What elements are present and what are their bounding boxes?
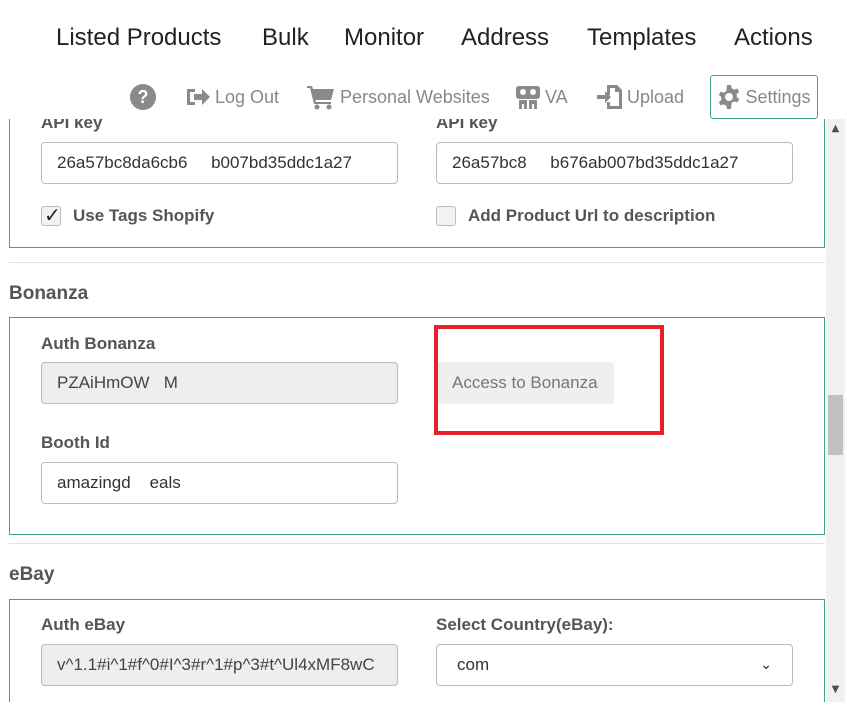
section-divider [9, 262, 825, 263]
api-key-input-left[interactable]: 26a57bc8da6cb6 b007bd35ddc1a27 [41, 142, 398, 184]
svg-text:?: ? [138, 87, 149, 107]
api-key-input-right[interactable]: 26a57bc8 b676ab007bd35ddc1a27 [436, 142, 793, 184]
booth-id-label: Booth Id [41, 433, 110, 452]
add-url-checkbox-box[interactable] [436, 206, 456, 226]
shopping-cart-icon [307, 86, 334, 110]
help-button[interactable]: ? [130, 84, 156, 110]
settings-button[interactable]: Settings [710, 75, 818, 119]
logout-button[interactable]: Log Out [185, 84, 279, 110]
highlight-annotation [434, 325, 664, 435]
nav-address[interactable]: Address [461, 24, 549, 52]
users-group-icon [516, 86, 540, 109]
va-label: VA [545, 86, 568, 107]
use-tags-label: Use Tags Shopify [73, 206, 215, 225]
scroll-up-arrow[interactable]: ▲ [826, 121, 845, 137]
nav-bulk[interactable]: Bulk [262, 24, 309, 52]
auth-bonanza-input[interactable]: PZAiHmOW M [41, 362, 398, 404]
personal-websites-label: Personal Websites [340, 86, 490, 107]
use-tags-checkbox-box[interactable] [41, 203, 61, 227]
api-key-label-right: API key [436, 119, 498, 132]
scrollbar-thumb[interactable] [828, 395, 843, 455]
upload-label: Upload [627, 86, 685, 107]
chevron-down-icon: ⌄ [760, 657, 772, 673]
toolbar: ? Log Out Personal Websites VA Upload Se… [0, 75, 847, 119]
country-select-value: com [457, 655, 490, 674]
ebay-panel: Auth eBay v^1.1#i^1#f^0#I^3#r^1#p^3#t^Ul… [9, 599, 825, 702]
upload-button[interactable]: Upload [597, 84, 684, 110]
vertical-scrollbar[interactable]: ▲ ▼ [826, 119, 845, 702]
auth-ebay-label: Auth eBay [41, 615, 126, 634]
use-tags-shopify-checkbox[interactable]: Use Tags Shopify [41, 203, 215, 227]
logout-label: Log Out [215, 86, 280, 107]
section-divider [9, 543, 825, 544]
nav-monitor[interactable]: Monitor [344, 24, 424, 52]
nav-listed-products[interactable]: Listed Products [56, 24, 221, 52]
sign-out-icon [187, 89, 210, 105]
auth-bonanza-label: Auth Bonanza [41, 334, 156, 353]
top-nav: Listed Products Bulk Monitor Address Tem… [0, 0, 847, 75]
question-circle-icon: ? [130, 84, 156, 110]
upload-icon [597, 85, 622, 109]
add-url-label: Add Product Url to description [468, 206, 716, 225]
ebay-section-title: eBay [9, 564, 55, 585]
select-country-label: Select Country(eBay): [436, 615, 614, 634]
bonanza-section-title: Bonanza [9, 283, 89, 304]
auth-ebay-input[interactable]: v^1.1#i^1#f^0#I^3#r^1#p^3#t^Ul4xMF8wC [41, 644, 398, 686]
gear-icon [719, 85, 740, 109]
shopify-panel: API key 26a57bc8da6cb6 b007bd35ddc1a27 A… [9, 119, 825, 248]
va-button[interactable]: VA [515, 84, 568, 110]
api-key-label-left: API key [41, 119, 103, 132]
settings-content: API key 26a57bc8da6cb6 b007bd35ddc1a27 A… [0, 119, 826, 702]
bonanza-panel: Auth Bonanza PZAiHmOW M Access to Bonanz… [9, 317, 825, 535]
add-product-url-checkbox[interactable]: Add Product Url to description [436, 206, 715, 226]
nav-actions[interactable]: Actions [734, 24, 813, 52]
booth-id-input[interactable]: amazingd eals [41, 462, 398, 504]
nav-templates[interactable]: Templates [587, 24, 696, 52]
scroll-down-arrow[interactable]: ▼ [826, 682, 845, 698]
settings-label: Settings [745, 86, 811, 107]
personal-websites-button[interactable]: Personal Websites [306, 84, 490, 110]
country-select[interactable]: com ⌄ [436, 644, 793, 686]
